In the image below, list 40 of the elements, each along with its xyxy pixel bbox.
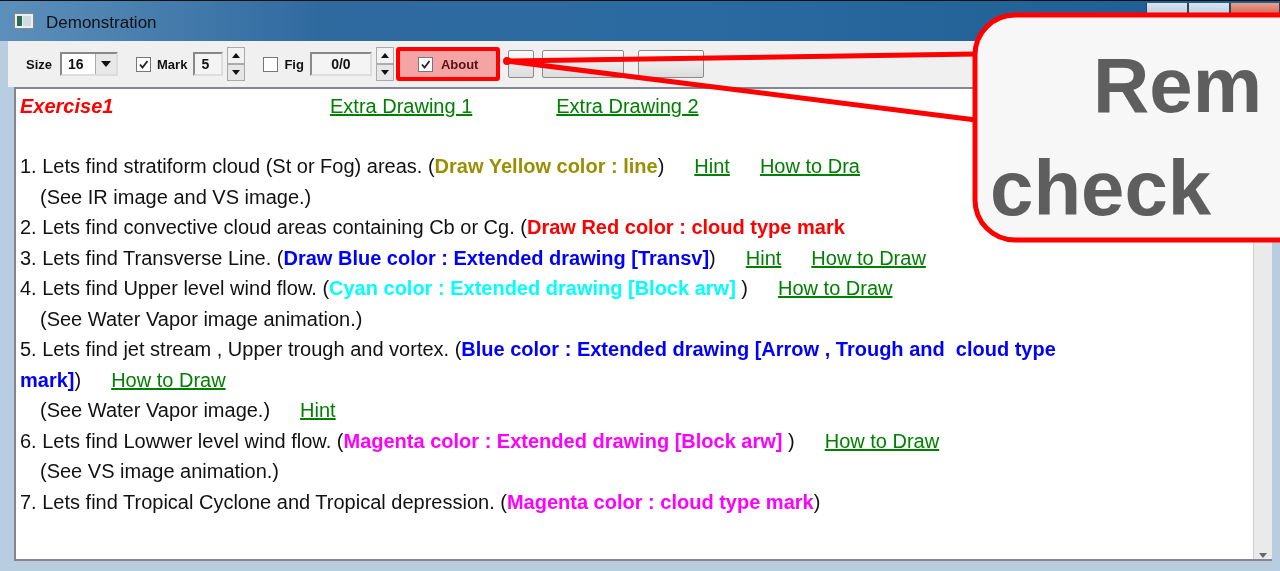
instruction-text: 4. Lets find Upper level wind flow. (Cyan color : Extended drawing [Block arw] ) How to Draw (20, 276, 893, 301)
about-label: About (440, 56, 479, 72)
window-title: Demonstration (46, 13, 157, 33)
exercise-title: Exercise1 (20, 94, 115, 119)
size-dropdown[interactable]: 16 (60, 52, 118, 76)
mark-label: Mark (157, 56, 188, 72)
caret-icon (101, 61, 111, 67)
instruction-text: 2. Lets find convective cloud areas containing Cb or Cg. (Draw Red color : cloud type mark (20, 215, 845, 240)
checkbox[interactable] (136, 56, 151, 72)
help-link[interactable]: How to Dra (759, 155, 860, 177)
instruction-text: 5. Lets find jet stream , Upper trough and vortex. (Blue color : Extended drawing [Arrow , Trough and cloud type mark]) How to Draw (20, 337, 1057, 393)
help-link[interactable]: How to Draw (811, 246, 926, 269)
help-link[interactable]: How to Draw (824, 429, 940, 452)
instruction-text: 7. Lets find Tropical Cyclone and Tropical depression. (Magenta color : cloud type mark) (20, 489, 821, 515)
note-text: (See Water Vapor image.) Hint (39, 398, 336, 423)
help-link[interactable]: How to Draw (111, 368, 226, 391)
checkbox[interactable] (263, 56, 279, 72)
scroll-down-icon[interactable] (1258, 553, 1268, 559)
note-text: (See Water Vapor image animation.) (39, 306, 363, 332)
callout-text: check (990, 148, 1212, 228)
help-link[interactable]: How to Draw (778, 277, 893, 299)
spinner-control[interactable] (375, 47, 394, 81)
fig-field[interactable]: 0/0 (309, 52, 372, 76)
instruction-text: 3. Lets find Transverse Line. (Draw Blue color : Extended drawing [Transv]) Hint How to Draw (20, 245, 926, 271)
callout-text: Rem (1093, 45, 1263, 125)
help-link[interactable]: Hint (694, 155, 730, 177)
extra-drawing-link[interactable]: Extra Drawing 2 (556, 91, 699, 122)
help-link[interactable]: Hint (745, 246, 782, 269)
fig-label: Fig (284, 56, 304, 72)
extra-drawing-link[interactable]: Extra Drawing 1 (330, 91, 473, 122)
help-link[interactable]: Hint (300, 399, 336, 421)
instruction-text: 1. Lets find stratiform cloud (St or Fog) areas. (Draw Yellow color : line) Hint How to Dra (20, 154, 860, 179)
instruction-text: 6. Lets find Lowwer level wind flow. (Magenta color : Extended drawing [Block arw] ) How to Draw (20, 428, 940, 454)
size-label: Size (26, 56, 52, 72)
checkbox[interactable] (417, 56, 433, 72)
mark-field[interactable]: 5 (193, 52, 224, 76)
note-text: (See VS image animation.) (39, 459, 279, 484)
spinner-control[interactable] (227, 47, 246, 81)
note-text: (See IR image and VS image.) (39, 184, 312, 210)
app-icon (14, 13, 34, 29)
